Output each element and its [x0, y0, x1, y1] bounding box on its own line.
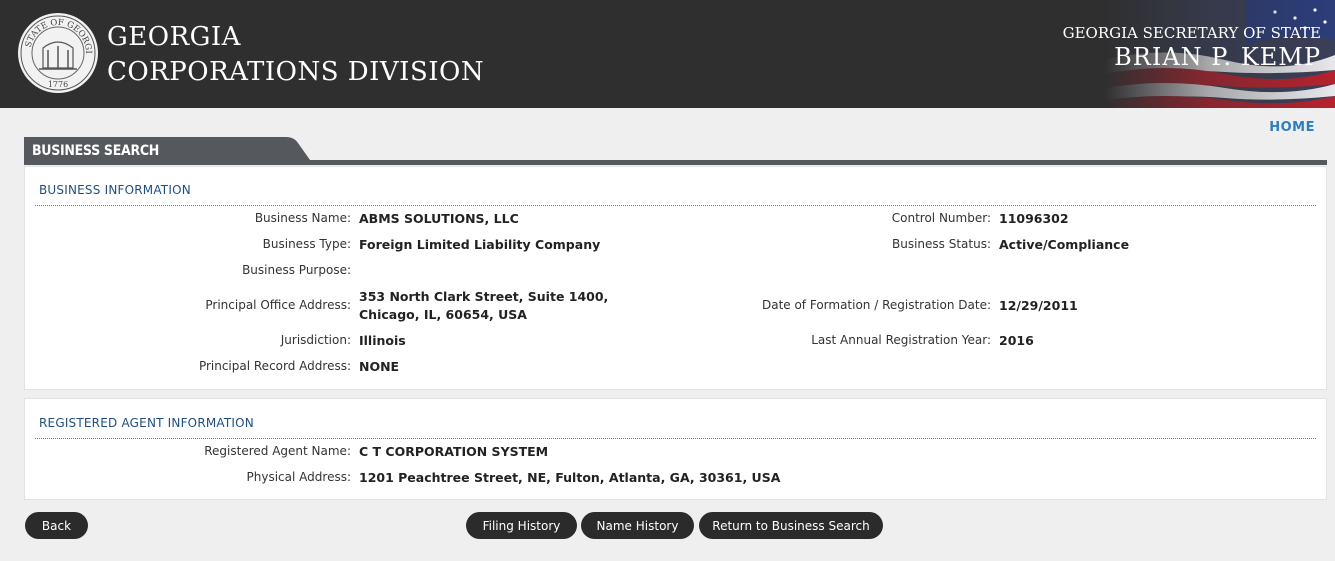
- field-value: Active/Compliance: [999, 237, 1130, 252]
- site-header: STATE OF GEORGIA 1776 GEORGIA CORPORATIO…: [0, 0, 1335, 108]
- secretary-of-state-name: BRIAN P. KEMP: [1114, 43, 1321, 71]
- field-label: Business Type:: [262, 237, 351, 251]
- field-label: Registered Agent Name:: [204, 444, 351, 458]
- field-label: Jurisdiction:: [280, 333, 351, 347]
- business-information-title: BUSINESS INFORMATION: [39, 183, 191, 197]
- field-label: Principal Record Address:: [198, 359, 351, 373]
- section-tab-bar: [24, 160, 1327, 165]
- name-history-button[interactable]: Name History: [581, 512, 694, 539]
- field-value: NONE: [359, 359, 400, 374]
- field-value: ABMS SOLUTIONS, LLC: [359, 211, 519, 226]
- site-title: GEORGIA CORPORATIONS DIVISION: [107, 20, 484, 90]
- section-tab: BUSINESS SEARCH: [24, 137, 1327, 165]
- field-label: Date of Formation / Registration Date:: [761, 298, 991, 312]
- panel-divider: [35, 438, 1316, 439]
- field-label: Principal Office Address:: [205, 298, 351, 312]
- field-label: Business Purpose:: [242, 263, 351, 277]
- section-tab-label: BUSINESS SEARCH: [32, 143, 160, 159]
- field-label: Control Number:: [891, 211, 991, 225]
- field-value: 353 North Clark Street, Suite 1400, Chic…: [359, 288, 679, 324]
- field-value: Foreign Limited Liability Company: [359, 237, 601, 252]
- site-title-line2: CORPORATIONS DIVISION: [107, 57, 485, 87]
- address-line1: 353 North Clark Street, Suite 1400,: [359, 289, 609, 304]
- field-value: Illinois: [359, 333, 406, 348]
- registered-agent-panel: REGISTERED AGENT INFORMATION Registered …: [24, 398, 1327, 500]
- field-value: 1201 Peachtree Street, NE, Fulton, Atlan…: [359, 470, 781, 485]
- site-title-line1: GEORGIA: [107, 22, 241, 52]
- secretary-of-state-block: GEORGIA SECRETARY OF STATE BRIAN P. KEMP: [1063, 23, 1321, 71]
- field-label: Business Status:: [891, 237, 991, 251]
- back-button[interactable]: Back: [25, 512, 88, 539]
- registered-agent-title: REGISTERED AGENT INFORMATION: [39, 416, 254, 430]
- filing-history-button[interactable]: Filing History: [466, 512, 577, 539]
- business-information-panel: BUSINESS INFORMATION Business Name: ABMS…: [24, 166, 1327, 390]
- field-value: C T CORPORATION SYSTEM: [359, 444, 549, 459]
- field-label: Physical Address:: [246, 470, 351, 484]
- secretary-of-state-label: GEORGIA SECRETARY OF STATE: [1062, 24, 1321, 42]
- field-label: Last Annual Registration Year:: [811, 333, 991, 347]
- panel-divider: [35, 205, 1316, 206]
- field-label: Business Name:: [254, 211, 351, 225]
- field-value: 2016: [999, 333, 1034, 348]
- home-link[interactable]: HOME: [1269, 120, 1315, 135]
- return-to-business-search-button[interactable]: Return to Business Search: [699, 512, 883, 539]
- field-value: 11096302: [999, 211, 1069, 226]
- georgia-state-seal-icon: STATE OF GEORGIA 1776: [17, 12, 98, 93]
- address-line2: Chicago, IL, 60654, USA: [359, 307, 527, 322]
- svg-text:1776: 1776: [48, 80, 68, 89]
- field-value: 12/29/2011: [999, 298, 1078, 313]
